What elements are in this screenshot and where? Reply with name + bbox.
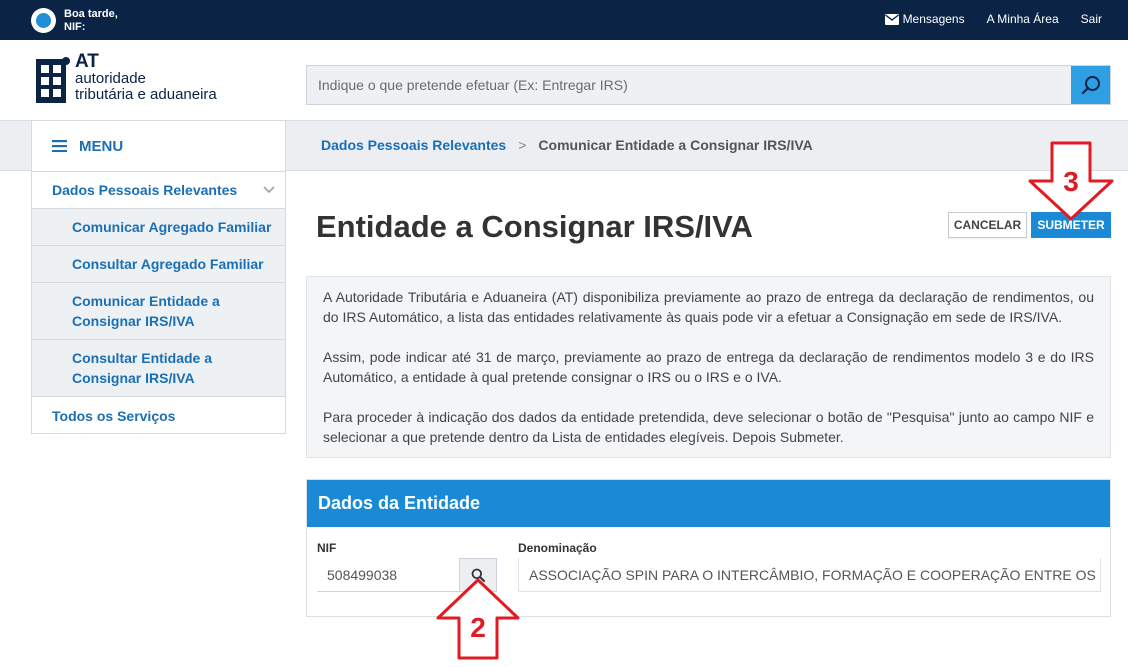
annotation-arrow-3: 3 (1028, 141, 1114, 221)
info-box: A Autoridade Tributária e Aduaneira (AT)… (306, 276, 1111, 458)
sidebar-item-consultar-agregado[interactable]: Consultar Agregado Familiar (32, 246, 285, 283)
top-nav: Mensagens A Minha Área Sair (884, 12, 1102, 26)
menu-toggle[interactable]: MENU (32, 121, 285, 172)
annotation-number-3: 3 (1063, 166, 1079, 197)
logout-link[interactable]: Sair (1081, 12, 1102, 26)
logo-abbr: AT (75, 51, 99, 72)
breadcrumb-separator: > (518, 137, 527, 153)
envelope-icon (884, 13, 899, 25)
sidebar-item-todos-servicos[interactable]: Todos os Serviços (32, 397, 285, 435)
breadcrumb-current: Comunicar Entidade a Consignar IRS/IVA (538, 137, 813, 153)
breadcrumb-parent-link[interactable]: Dados Pessoais Relevantes (321, 137, 506, 153)
cancel-button[interactable]: CANCELAR (948, 212, 1027, 238)
info-paragraph-1: A Autoridade Tributária e Aduaneira (AT)… (323, 289, 1094, 325)
menu-label: MENU (79, 137, 124, 155)
nif-label: NIF (317, 541, 337, 555)
top-bar: Boa tarde, NIF: Mensagens A Minha Área S… (0, 0, 1128, 40)
user-avatar-icon[interactable] (31, 8, 56, 33)
search-icon (1081, 76, 1100, 95)
sidebar-section-dados-pessoais[interactable]: Dados Pessoais Relevantes (32, 172, 285, 209)
sidebar-item-comunicar-agregado[interactable]: Comunicar Agregado Familiar (32, 209, 285, 246)
at-shield-icon (36, 57, 70, 103)
search-input[interactable] (307, 66, 1072, 104)
sidebar-item-consultar-entidade[interactable]: Consultar Entidade a Consignar IRS/IVA (32, 340, 285, 397)
info-paragraph-3: Para proceder à indicação dos dados da e… (323, 409, 1094, 445)
search-button[interactable] (1071, 66, 1110, 104)
chevron-down-icon (263, 186, 275, 194)
entity-panel: Dados da Entidade NIF Denominação (306, 479, 1111, 617)
sidebar-section-label: Dados Pessoais Relevantes (52, 182, 238, 198)
messages-link[interactable]: Mensagens (884, 12, 965, 26)
nif-label: NIF: (64, 21, 86, 33)
entity-panel-header: Dados da Entidade (307, 480, 1110, 527)
at-logo[interactable]: AT autoridade tributária e aduaneira (33, 51, 217, 109)
page-title: Entidade a Consignar IRS/IVA (316, 209, 753, 244)
search-bar (306, 65, 1111, 105)
hamburger-icon (52, 140, 67, 152)
logo-text: AT autoridade tributária e aduaneira (75, 51, 217, 109)
denominacao-label: Denominação (518, 541, 597, 555)
logo-line1: autoridade (75, 70, 146, 87)
sidebar-menu: MENU Dados Pessoais Relevantes Comunicar… (31, 120, 286, 434)
annotation-arrow-2: 2 (436, 578, 520, 660)
greeting-text: Boa tarde, (64, 8, 118, 20)
my-area-link[interactable]: A Minha Área (987, 12, 1059, 26)
logo-line2: tributária e aduaneira (75, 86, 217, 103)
annotation-number-2: 2 (470, 612, 486, 643)
breadcrumb: Dados Pessoais Relevantes > Comunicar En… (321, 137, 813, 153)
info-paragraph-2: Assim, pode indicar até 31 de março, pre… (323, 349, 1094, 385)
denominacao-field[interactable] (518, 558, 1101, 592)
sidebar-item-comunicar-entidade[interactable]: Comunicar Entidade a Consignar IRS/IVA (32, 283, 285, 340)
greeting: Boa tarde, NIF: (64, 8, 118, 34)
messages-label: Mensagens (902, 12, 965, 26)
header: AT autoridade tributária e aduaneira (0, 40, 1128, 120)
